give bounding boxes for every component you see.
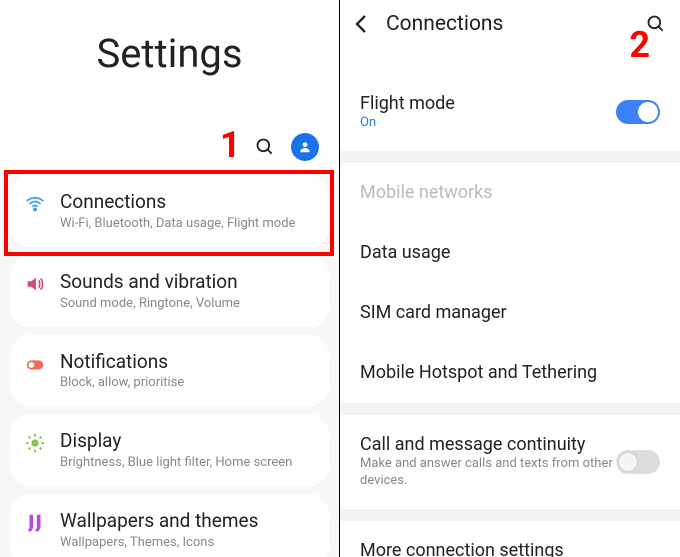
search-icon[interactable] bbox=[255, 137, 275, 157]
notification-icon bbox=[24, 353, 46, 375]
row-title: More connection settings bbox=[360, 540, 660, 557]
card-sub: Wallpapers, Themes, Icons bbox=[60, 535, 315, 550]
connections-content: Connections 2 Flight mode On Mobile netw… bbox=[340, 0, 680, 557]
card-text: Notifications Block, allow, prioritise bbox=[60, 351, 315, 391]
settings-list: Connections Wi-Fi, Bluetooth, Data usage… bbox=[0, 175, 339, 557]
settings-item-sounds[interactable]: Sounds and vibration Sound mode, Rington… bbox=[10, 255, 329, 327]
flight-mode-toggle[interactable] bbox=[616, 100, 660, 124]
row-title: Mobile networks bbox=[360, 182, 660, 203]
wifi-icon bbox=[24, 193, 46, 215]
row-sub: Make and answer calls and texts from oth… bbox=[360, 456, 616, 489]
card-title: Wallpapers and themes bbox=[60, 510, 315, 533]
card-title: Sounds and vibration bbox=[60, 271, 315, 294]
card-text: Connections Wi-Fi, Bluetooth, Data usage… bbox=[60, 191, 315, 231]
row-title: Flight mode bbox=[360, 93, 616, 114]
row-call-continuity[interactable]: Call and message continuity Make and ans… bbox=[340, 415, 680, 509]
row-hotspot[interactable]: Mobile Hotspot and Tethering bbox=[340, 343, 680, 403]
row-sim-manager[interactable]: SIM card manager bbox=[340, 283, 680, 343]
row-text: Call and message continuity Make and ans… bbox=[360, 434, 616, 489]
card-title: Connections bbox=[60, 191, 315, 214]
row-status: On bbox=[360, 115, 616, 131]
row-text: Flight mode On bbox=[360, 93, 616, 131]
divider bbox=[340, 403, 680, 415]
row-title: Mobile Hotspot and Tethering bbox=[360, 362, 660, 383]
settings-item-notifications[interactable]: Notifications Block, allow, prioritise bbox=[10, 335, 329, 407]
row-more-settings[interactable]: More connection settings bbox=[340, 521, 680, 557]
row-title: Call and message continuity bbox=[360, 434, 616, 455]
header-icons bbox=[0, 127, 339, 173]
card-text: Display Brightness, Blue light filter, H… bbox=[60, 430, 315, 470]
volume-icon bbox=[24, 273, 46, 295]
display-icon bbox=[24, 432, 46, 454]
back-icon[interactable] bbox=[350, 12, 374, 36]
settings-content: Settings 1 Connections Wi-Fi, Bluetooth,… bbox=[0, 0, 339, 557]
annotation-step-1: 1 bbox=[220, 124, 241, 166]
card-sub: Sound mode, Ringtone, Volume bbox=[60, 296, 315, 311]
row-mobile-networks: Mobile networks bbox=[340, 163, 680, 223]
row-flight-mode[interactable]: Flight mode On bbox=[340, 74, 680, 151]
wallpaper-icon bbox=[24, 512, 46, 534]
annotation-step-2: 2 bbox=[629, 24, 650, 66]
account-avatar[interactable] bbox=[291, 133, 319, 161]
card-title: Notifications bbox=[60, 351, 315, 374]
continuity-toggle[interactable] bbox=[616, 450, 660, 474]
page-title: Settings bbox=[0, 0, 339, 127]
settings-item-display[interactable]: Display Brightness, Blue light filter, H… bbox=[10, 414, 329, 486]
card-text: Sounds and vibration Sound mode, Rington… bbox=[60, 271, 315, 311]
card-sub: Block, allow, prioritise bbox=[60, 375, 315, 390]
settings-pane: Settings 1 Connections Wi-Fi, Bluetooth,… bbox=[0, 0, 340, 557]
card-sub: Wi-Fi, Bluetooth, Data usage, Flight mod… bbox=[60, 216, 315, 231]
divider bbox=[340, 509, 680, 521]
card-sub: Brightness, Blue light filter, Home scre… bbox=[60, 455, 315, 470]
row-data-usage[interactable]: Data usage bbox=[340, 223, 680, 283]
card-text: Wallpapers and themes Wallpapers, Themes… bbox=[60, 510, 315, 550]
toggle-knob bbox=[638, 102, 658, 122]
divider bbox=[340, 151, 680, 163]
settings-item-wallpapers[interactable]: Wallpapers and themes Wallpapers, Themes… bbox=[10, 494, 329, 557]
connections-pane: Connections 2 Flight mode On Mobile netw… bbox=[340, 0, 680, 557]
settings-item-connections[interactable]: Connections Wi-Fi, Bluetooth, Data usage… bbox=[10, 175, 329, 247]
page-title: Connections bbox=[386, 12, 634, 36]
row-title: SIM card manager bbox=[360, 302, 660, 323]
row-title: Data usage bbox=[360, 242, 660, 263]
card-title: Display bbox=[60, 430, 315, 453]
toggle-knob bbox=[618, 452, 638, 472]
